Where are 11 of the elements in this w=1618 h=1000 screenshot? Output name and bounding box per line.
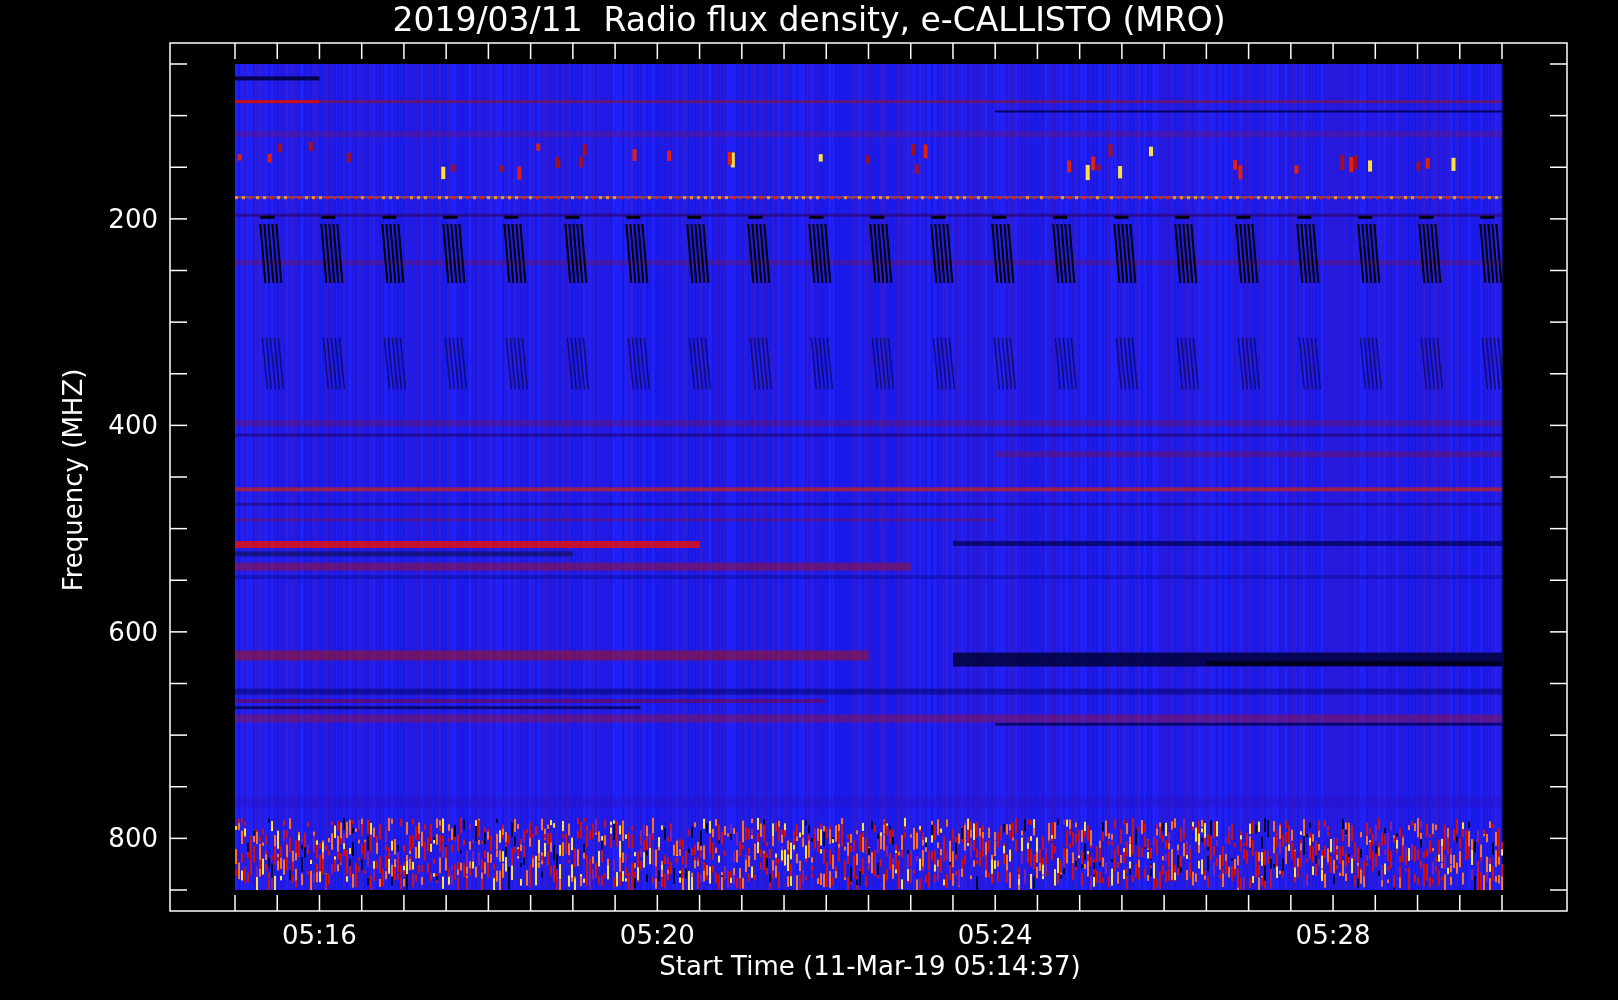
x-tick-label: 05:24 (957, 920, 1033, 950)
x-tick-label: 05:28 (1295, 920, 1371, 950)
x-tick-label: 05:16 (282, 920, 357, 950)
y-tick-label: 400 (108, 410, 158, 441)
y-axis-title: Frequency (MHZ) (58, 368, 88, 592)
x-axis-title: Start Time (11-Mar-19 05:14:37) (659, 951, 1081, 981)
y-tick-label: 200 (108, 203, 158, 234)
chart-title: 2019/03/11 Radio flux density, e-CALLISTO (MRO) (392, 0, 1226, 39)
y-tick-label: 800 (108, 823, 158, 854)
y-tick-label: 600 (108, 616, 158, 647)
x-tick-label: 05:20 (619, 920, 695, 950)
